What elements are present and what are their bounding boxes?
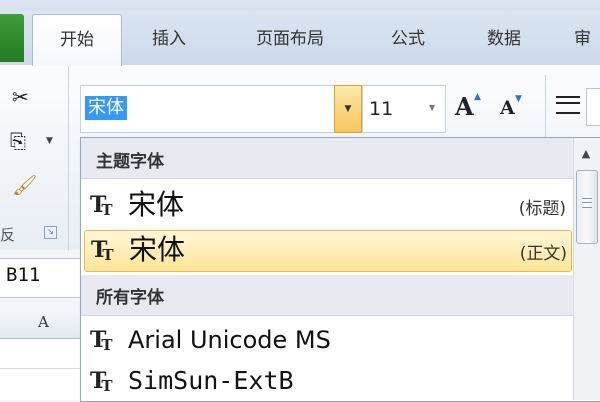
copy-icon[interactable]: ⎘	[10, 130, 26, 152]
wrap-text-button[interactable]	[586, 88, 600, 126]
font-item-simsun-extb[interactable]: TT SimSun-ExtB	[84, 362, 570, 402]
font-item-heading[interactable]: TT 宋体 (标题)	[84, 186, 570, 226]
format-painter-icon[interactable]: 🖌	[12, 174, 37, 196]
tab-page-layout[interactable]: 页面布局	[232, 14, 348, 64]
section-title: 所有字体	[96, 288, 164, 308]
align-icon[interactable]	[556, 96, 580, 114]
font-name-combo[interactable]: 宋体	[80, 85, 362, 133]
grip-icon	[582, 198, 592, 208]
shrink-caret-icon: ▼	[515, 94, 522, 104]
chevron-down-icon: ▼	[344, 104, 352, 114]
tab-formulas[interactable]: 公式	[374, 14, 442, 64]
font-item-tag: (正文)	[519, 244, 567, 264]
chevron-down-icon[interactable]: ▼	[429, 103, 435, 112]
truetype-icon: TT	[90, 192, 113, 219]
scissors-icon[interactable]: ✂	[12, 86, 29, 108]
font-size-input[interactable]: 11	[369, 98, 393, 120]
truetype-icon: TT	[90, 327, 113, 354]
clipboard-group	[0, 65, 69, 250]
clipboard-group-label: 反	[0, 226, 16, 244]
font-item-name: Arial Unicode MS	[128, 326, 331, 354]
font-item-name: 宋体	[129, 233, 186, 266]
file-tab[interactable]	[0, 14, 24, 62]
dialog-launcher-icon[interactable]: ↘	[44, 226, 57, 239]
tab-home[interactable]: 开始	[32, 14, 122, 66]
scroll-up-icon[interactable]: ▲	[577, 141, 595, 167]
font-name-input[interactable]: 宋体	[85, 96, 127, 120]
title-bar	[0, 0, 600, 10]
section-header-all-fonts: 所有字体	[81, 275, 573, 316]
name-box[interactable]: B11	[6, 264, 40, 286]
section-title: 主题字体	[96, 152, 164, 172]
grow-caret-icon: ▲	[474, 92, 481, 102]
tab-insert[interactable]: 插入	[136, 14, 202, 64]
font-item-arial-unicode[interactable]: TT Arial Unicode MS	[84, 321, 570, 361]
truetype-icon: TT	[91, 237, 114, 264]
font-item-body[interactable]: TT 宋体 (正文)	[84, 230, 572, 272]
font-item-tag: (标题)	[518, 199, 566, 219]
tab-data[interactable]: 数据	[470, 14, 538, 64]
column-header-a[interactable]: A	[38, 313, 49, 331]
truetype-icon: TT	[90, 368, 113, 395]
grow-font-icon[interactable]: A	[455, 92, 474, 121]
worksheet-grid[interactable]	[0, 339, 80, 400]
font-dropdown-button[interactable]: ▼	[334, 85, 362, 133]
copy-dropdown-icon[interactable]: ▼	[46, 136, 53, 146]
font-size-combo[interactable]: 11 ▼	[362, 85, 446, 133]
tab-review[interactable]: 审	[574, 14, 600, 64]
section-header-theme-fonts: 主题字体	[81, 138, 573, 179]
shrink-font-icon[interactable]: A	[500, 97, 515, 119]
font-item-name: 宋体	[128, 188, 185, 221]
font-item-name: SimSun-ExtB	[128, 366, 294, 395]
grid-line	[0, 368, 80, 369]
